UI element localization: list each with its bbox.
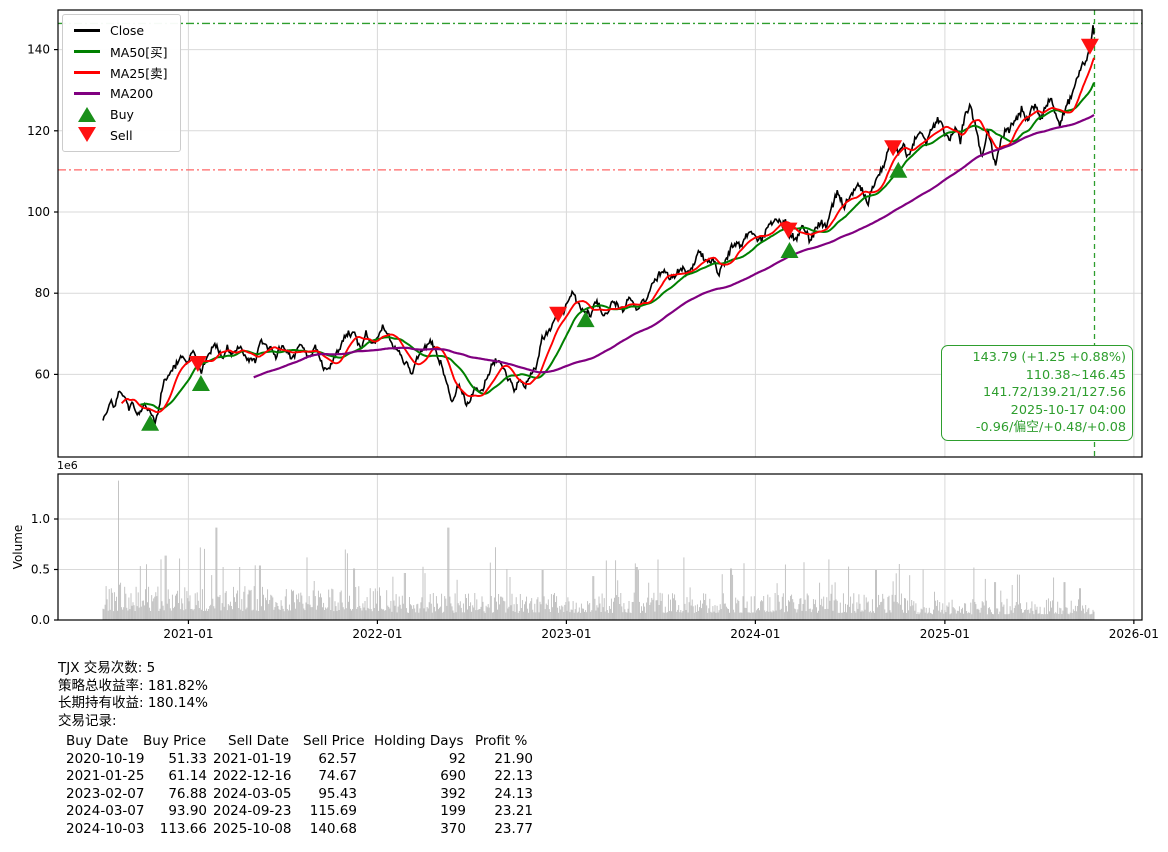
annotation-line: 2025-10-17 04:00 — [948, 402, 1126, 420]
strategy-summary: TJX 交易次数: 5 策略总收益率: 181.82% 长期持有收益: 180.… — [58, 656, 208, 727]
xtick-label: 2023-01 — [541, 627, 591, 641]
annotation-line: -0.96/偏空/+0.48/+0.08 — [948, 419, 1126, 437]
legend: Close MA50[买] MA25[卖] MA200 Buy Sell — [62, 14, 181, 152]
buy-triangle-icon — [72, 107, 102, 122]
legend-line-swatch — [72, 50, 102, 53]
annotation-line: 110.38~146.45 — [948, 367, 1126, 385]
stock-strategy-figure: 60 80 100 120 140 0.0 0.5 1.0 2021-01 2022-01 2023… — [0, 0, 1168, 852]
legend-item-ma25: MA25[卖] — [72, 64, 168, 81]
trades-header-cell: Sell Price — [303, 733, 365, 749]
summary-line-trades-count: TJX 交易次数: 5 — [58, 656, 208, 674]
trades-header-cell: Profit % — [475, 733, 527, 749]
summary-line-holding-return: 长期持有收益: 180.14% — [58, 691, 208, 709]
legend-label: Buy — [110, 107, 134, 122]
trades-header-cell: Sell Date — [228, 733, 289, 749]
summary-line-trade-record: 交易记录: — [58, 709, 208, 727]
xtick-label: 2024-01 — [730, 627, 780, 641]
trades-header-cell: Holding Days — [374, 733, 464, 749]
price-ytick-label: 60 — [35, 367, 50, 381]
annotation-line: 143.79 (+1.25 +0.88%) — [948, 349, 1126, 367]
trades-row: 2021-01-2561.142022-12-1674.6769022.13 — [0, 768, 700, 786]
legend-item-close: Close — [72, 22, 168, 39]
trades-header-cell: Buy Price — [143, 733, 206, 749]
gridlines — [58, 10, 1142, 620]
trades-cell: 22.13 — [0, 768, 533, 784]
legend-item-sell: Sell — [72, 127, 168, 144]
volume-ytick-label: 0.0 — [31, 613, 50, 627]
volume-panel-border — [58, 474, 1142, 620]
trades-row: 2024-10-03113.662025-10-08140.6837023.77 — [0, 821, 700, 839]
volume-axis-label: Volume — [11, 525, 25, 570]
legend-line-swatch — [72, 71, 102, 74]
buy-marker — [192, 375, 210, 391]
buy-marker — [781, 242, 799, 258]
legend-line-swatch — [72, 92, 102, 95]
price-annotation-box: 143.79 (+1.25 +0.88%)110.38~146.45141.72… — [941, 345, 1133, 441]
legend-label: Sell — [110, 128, 133, 143]
xtick-label: 2026-01 — [1109, 627, 1159, 641]
summary-line-strategy-return: 策略总收益率: 181.82% — [58, 674, 208, 692]
volume-ytick-label: 1.0 — [31, 512, 50, 526]
trades-cell: 24.13 — [0, 786, 533, 802]
price-ytick-label: 80 — [35, 286, 50, 300]
legend-item-buy: Buy — [72, 106, 168, 123]
legend-label: MA200 — [110, 86, 153, 101]
legend-item-ma50: MA50[买] — [72, 43, 168, 60]
trades-header-cell: Buy Date — [66, 733, 128, 749]
price-ytick-label: 100 — [27, 205, 50, 219]
sell-triangle-icon — [72, 129, 102, 142]
volume-scale-label: 1e6 — [57, 459, 78, 472]
xtick-label: 2021-01 — [163, 627, 213, 641]
price-ytick-label: 120 — [27, 124, 50, 138]
trades-table: Buy Date Buy Price Sell Date Sell Price Hold… — [0, 733, 700, 838]
sell-marker — [1081, 39, 1099, 55]
legend-label: MA25[卖] — [110, 63, 168, 82]
trades-cell: 23.21 — [0, 803, 533, 819]
legend-item-ma200: MA200 — [72, 85, 168, 102]
legend-label: MA50[买] — [110, 42, 168, 61]
trades-row: 2023-02-0776.882024-03-0595.4339224.13 — [0, 786, 700, 804]
legend-label: Close — [110, 23, 144, 38]
price-ytick-label: 140 — [27, 43, 50, 57]
volume-ytick-label: 0.5 — [31, 563, 50, 577]
trades-row: 2020-10-1951.332021-01-1962.579221.90 — [0, 751, 700, 769]
trades-cell: 23.77 — [0, 821, 533, 837]
xtick-label: 2025-01 — [920, 627, 970, 641]
trades-cell: 21.90 — [0, 751, 533, 767]
legend-line-swatch — [72, 29, 102, 32]
xtick-label: 2022-01 — [352, 627, 402, 641]
trades-header-row: Buy Date Buy Price Sell Date Sell Price Hold… — [0, 733, 700, 751]
annotation-line: 141.72/139.21/127.56 — [948, 384, 1126, 402]
trades-row: 2024-03-0793.902024-09-23115.6919923.21 — [0, 803, 700, 821]
